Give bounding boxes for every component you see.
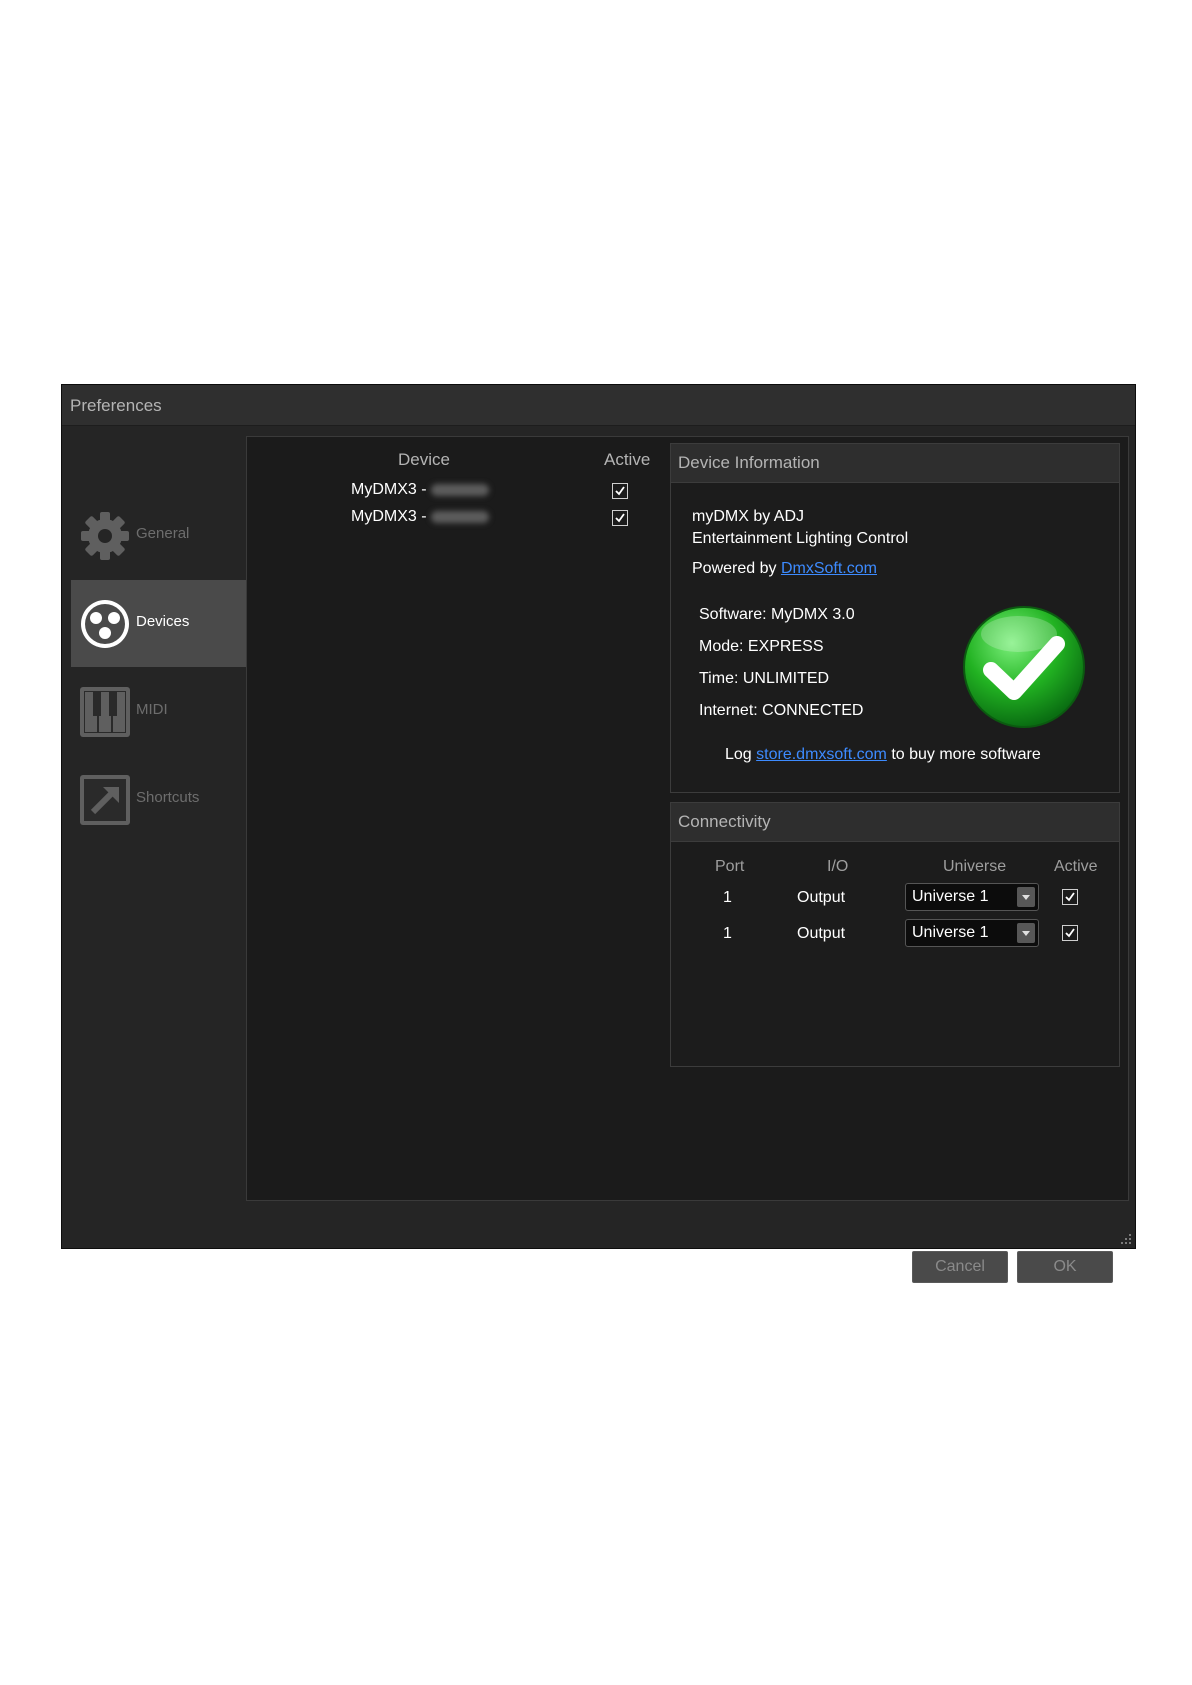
- panel-title: Connectivity: [678, 812, 771, 831]
- universe-select[interactable]: Universe 1: [905, 883, 1039, 911]
- device-column-header: Device: [398, 450, 450, 469]
- store-suffix: to buy more software: [891, 746, 1041, 763]
- chevron-down-icon[interactable]: [1017, 923, 1035, 943]
- product-name: myDMX by ADJ: [692, 508, 805, 525]
- powered-by-line: Powered by DmxSoft.com: [692, 560, 877, 578]
- io-column-header: I/O: [827, 858, 849, 875]
- checkmark-icon: [1065, 928, 1075, 938]
- sidebar-item-label: Devices: [136, 613, 190, 630]
- port-value: 1: [723, 925, 732, 942]
- port-value: 1: [723, 889, 732, 906]
- active-column-header: Active: [1054, 858, 1098, 875]
- sidebar-item-shortcuts[interactable]: Shortcuts: [71, 756, 246, 843]
- universe-select-value: Universe 1: [912, 924, 989, 941]
- dmxsoft-link[interactable]: DmxSoft.com: [781, 560, 877, 577]
- port-column-header: Port: [715, 858, 745, 875]
- ok-button[interactable]: OK: [1017, 1251, 1113, 1283]
- product-tagline: Entertainment Lighting Control: [692, 530, 909, 547]
- resize-grip-icon[interactable]: [1117, 1230, 1133, 1246]
- checkmark-icon: [1065, 892, 1075, 902]
- io-value: Output: [797, 889, 846, 906]
- connectivity-active-checkbox[interactable]: [1062, 889, 1078, 905]
- connectivity-active-checkbox[interactable]: [1062, 925, 1078, 941]
- title-bar[interactable]: Preferences: [62, 385, 1135, 426]
- internet-status: Internet: CONNECTED: [699, 702, 864, 719]
- gear-icon: [81, 512, 129, 560]
- dmx-connector-icon: [81, 600, 129, 648]
- sidebar-item-label: MIDI: [136, 701, 168, 718]
- device-information-panel: Device Information myDMX by ADJ Entertai…: [670, 443, 1120, 793]
- connectivity-panel: Connectivity Port I/O Universe Active 1 …: [670, 802, 1120, 1067]
- universe-select[interactable]: Universe 1: [905, 919, 1039, 947]
- preferences-window: Preferences General Devices MIDI Shortcu…: [61, 384, 1136, 1283]
- checkmark-icon: [615, 486, 625, 496]
- redacted-serial: [430, 483, 489, 496]
- panel-title: Device Information: [678, 453, 820, 472]
- sidebar-item-general[interactable]: General: [71, 492, 246, 579]
- io-value: Output: [797, 925, 846, 942]
- device-active-checkbox[interactable]: [612, 510, 628, 526]
- chevron-down-icon[interactable]: [1017, 887, 1035, 907]
- time-status: Time: UNLIMITED: [699, 670, 830, 687]
- panel-header: Connectivity: [671, 803, 1119, 842]
- active-column-header: Active: [604, 450, 651, 469]
- device-name: MyDMX3 -: [351, 481, 427, 498]
- sidebar-item-midi[interactable]: MIDI: [71, 668, 246, 755]
- device-row[interactable]: MyDMX3 -: [351, 508, 489, 526]
- sidebar-item-label: General: [136, 525, 190, 542]
- software-version: Software: MyDMX 3.0: [699, 606, 855, 623]
- devices-content-panel: Device Active MyDMX3 - MyDMX3 - Device I…: [246, 436, 1129, 1201]
- window-title: Preferences: [70, 396, 162, 415]
- checkmark-icon: [615, 513, 625, 523]
- redacted-serial: [430, 510, 489, 523]
- mode-status: Mode: EXPRESS: [699, 638, 824, 655]
- device-active-checkbox[interactable]: [612, 483, 628, 499]
- universe-column-header: Universe: [943, 858, 1007, 875]
- dialog-body: General Devices MIDI Shortcuts Device Ac…: [62, 426, 1135, 1283]
- store-prefix: Log: [725, 746, 752, 763]
- device-name: MyDMX3 -: [351, 508, 427, 525]
- cancel-button[interactable]: Cancel: [912, 1251, 1008, 1283]
- shortcut-arrow-icon: [80, 775, 130, 825]
- powered-by-text: Powered by: [692, 560, 777, 577]
- device-row[interactable]: MyDMX3 -: [351, 481, 489, 499]
- store-line: Log store.dmxsoft.com to buy more softwa…: [725, 746, 1041, 764]
- piano-keys-icon: [80, 687, 130, 737]
- green-check-icon: [963, 606, 1085, 728]
- sidebar-item-label: Shortcuts: [136, 789, 200, 806]
- store-link[interactable]: store.dmxsoft.com: [756, 746, 887, 763]
- universe-select-value: Universe 1: [912, 888, 989, 905]
- panel-header: Device Information: [671, 444, 1119, 483]
- sidebar-item-devices[interactable]: Devices: [71, 580, 246, 667]
